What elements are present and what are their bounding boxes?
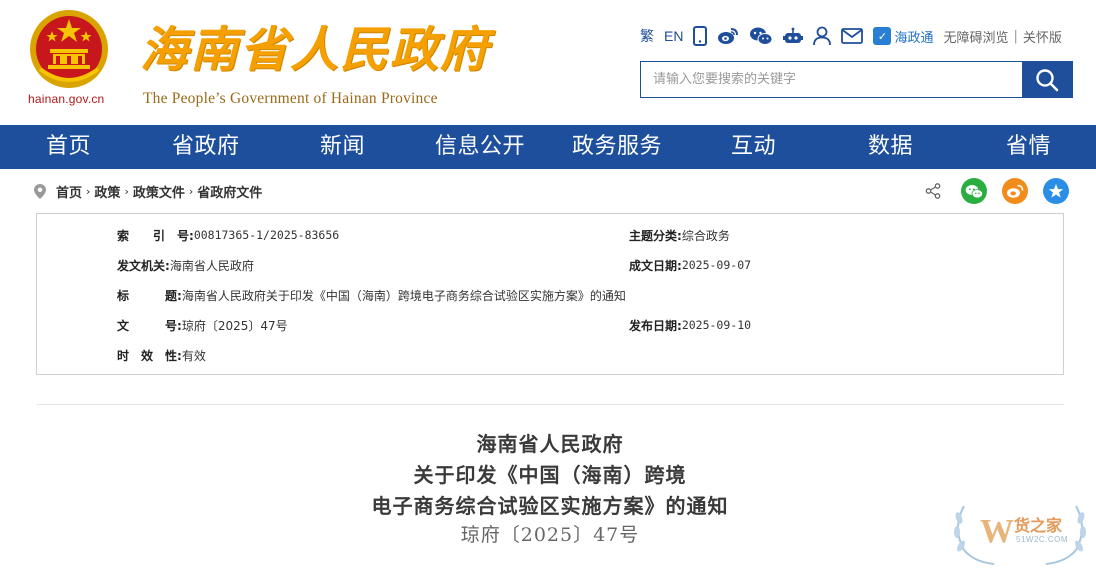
index-label: 索 引 号: (117, 228, 194, 243)
document-info-table: 索 引 号: 00817365-1/2025-83656 主题分类: 综合政务 … (36, 213, 1064, 375)
date-written-value: 2025-09-07 (681, 258, 752, 272)
location-pin-icon (34, 184, 46, 199)
nav-item-government[interactable]: 省政府 (172, 125, 240, 169)
subject-label: 标 题: (117, 288, 182, 303)
index-value: 00817365-1/2025-83656 (193, 228, 340, 242)
accessibility-links: 无障碍浏览 | 关怀版 (943, 27, 1061, 46)
info-row-issuer: 发文机关: 海南省人民政府 (117, 255, 254, 275)
robot-assistant-icon[interactable] (783, 25, 804, 47)
docno-label: 文 号: (117, 318, 182, 333)
issuer-value: 海南省人民政府 (169, 258, 254, 273)
hai-zhengtong-link[interactable]: ✓ 海政通 (873, 27, 933, 46)
watermark-url: 51W2C.COM (1016, 535, 1069, 544)
topic-label: 主题分类: (629, 228, 682, 243)
issuer-label: 发文机关: (117, 258, 170, 273)
english-link[interactable]: EN (664, 25, 683, 47)
national-emblem-icon[interactable] (26, 9, 112, 91)
hai-zhengtong-label: 海政通 (894, 30, 934, 46)
nav-item-news[interactable]: 新闻 (320, 125, 365, 169)
mail-icon[interactable] (841, 25, 864, 47)
care-mode-link[interactable]: 关怀版 (1023, 27, 1062, 46)
nav-item-data[interactable]: 数据 (868, 125, 913, 169)
traditional-chinese-label: 繁 (640, 28, 654, 44)
info-row-subject: 标 题: 海南省人民政府关于印发《中国（海南）跨境电子商务综合试验区实施方案》的… (117, 285, 626, 305)
info-row-validity: 时 效 性: 有效 (117, 345, 206, 365)
doc-title-line-1: 海南省人民政府 (476, 432, 624, 456)
search-button[interactable] (1022, 62, 1072, 97)
link-separator: | (1013, 28, 1018, 44)
validity-value: 有效 (181, 348, 206, 363)
header-toolbar: 繁 EN ✓ 海政通 无障碍浏览 | 关怀版 (640, 24, 1062, 48)
search-box (640, 61, 1073, 98)
breadcrumb-provincial-documents[interactable]: 省政府文件 (197, 182, 262, 201)
doc-title-line-2: 关于印发《中国（海南）跨境 (413, 463, 687, 487)
nav-item-home[interactable]: 首页 (46, 125, 91, 169)
wechat-icon[interactable] (749, 25, 773, 47)
info-row-date-written: 成文日期: 2025-09-07 (629, 255, 751, 275)
breadcrumb-policy[interactable]: 政策 (94, 182, 120, 201)
share-icon[interactable] (920, 178, 946, 204)
watermark-text: 货之家 (1014, 516, 1063, 535)
share-weibo-icon[interactable] (1002, 178, 1028, 204)
share-group (920, 178, 1069, 204)
hai-zhengtong-icon: ✓ (873, 27, 892, 45)
traditional-chinese-link[interactable]: 繁 (640, 25, 654, 47)
doc-title-line-3: 电子商务综合试验区实施方案》的通知 (371, 494, 729, 518)
breadcrumb-arrow: › (124, 185, 129, 198)
share-wechat-icon[interactable] (961, 178, 987, 204)
mobile-icon[interactable] (693, 25, 708, 47)
accessibility-link[interactable]: 无障碍浏览 (943, 27, 1008, 46)
weibo-icon[interactable] (717, 25, 739, 47)
english-label: EN (664, 28, 684, 44)
search-icon (1036, 68, 1059, 91)
date-published-label: 发布日期: (629, 318, 682, 333)
info-row-docno: 文 号: 琼府〔2025〕47号 (117, 315, 288, 335)
site-header: hainan.gov.cn 海南省人民政府 The People’s Gover… (0, 0, 1096, 125)
date-written-label: 成文日期: (629, 258, 682, 273)
info-row-index: 索 引 号: 00817365-1/2025-83656 (117, 225, 339, 245)
info-row-topic: 主题分类: 综合政务 (629, 225, 730, 245)
breadcrumb-arrow: › (188, 185, 194, 198)
site-subtitle: The People’s Government of Hainan Provin… (143, 90, 438, 107)
content-divider (36, 404, 1064, 405)
breadcrumb: 首页 › 政策 › 政策文件 › 省政府文件 (56, 182, 262, 201)
breadcrumb-home[interactable]: 首页 (56, 182, 82, 201)
breadcrumb-bar: 首页 › 政策 › 政策文件 › 省政府文件 (0, 169, 1096, 213)
nav-item-province-info[interactable]: 省情 (1006, 125, 1051, 169)
topic-value: 综合政务 (681, 228, 730, 243)
docno-value: 琼府〔2025〕47号 (181, 318, 288, 333)
main-nav: 首页 省政府 新闻 信息公开 政务服务 互动 数据 省情 (0, 125, 1096, 169)
nav-item-services[interactable]: 政务服务 (572, 125, 662, 169)
site-domain: hainan.gov.cn (28, 92, 105, 106)
validity-label: 时 效 性: (117, 348, 182, 363)
info-row-date-published: 发布日期: 2025-09-10 (629, 315, 751, 335)
nav-item-info-disclosure[interactable]: 信息公开 (435, 125, 525, 169)
svg-text:W: W (980, 513, 1014, 550)
subject-value: 海南省人民政府关于印发《中国（海南）跨境电子商务综合试验区实施方案》的通知 (181, 288, 626, 303)
date-published-value: 2025-09-10 (681, 318, 752, 332)
breadcrumb-policy-documents[interactable]: 政策文件 (133, 182, 185, 201)
user-login-icon[interactable] (813, 25, 832, 47)
search-input[interactable] (641, 62, 1022, 97)
site-title[interactable]: 海南省人民政府 (140, 18, 490, 82)
nav-item-interaction[interactable]: 互动 (731, 125, 776, 169)
doc-number: 琼府〔2025〕47号 (460, 524, 640, 546)
favorite-star-icon[interactable] (1043, 178, 1069, 204)
breadcrumb-arrow: › (86, 185, 91, 198)
watermark-logo: W 货之家 51W2C.COM (950, 498, 1090, 568)
